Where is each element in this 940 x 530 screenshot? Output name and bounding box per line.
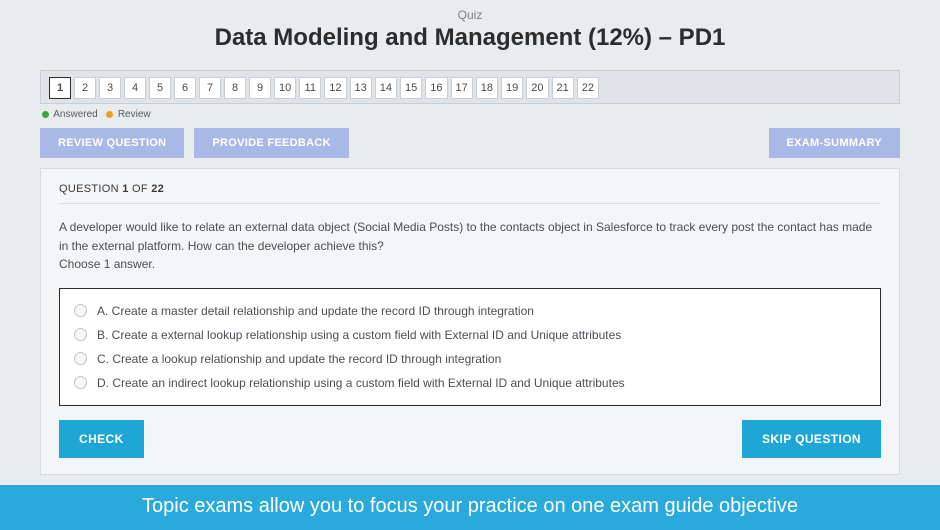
answer-text: D. Create an indirect lookup relationshi… (97, 376, 625, 390)
nav-item-9[interactable]: 9 (249, 77, 271, 99)
check-button[interactable]: CHECK (59, 420, 144, 458)
nav-item-5[interactable]: 5 (149, 77, 171, 99)
question-label-prefix: QUESTION (59, 183, 122, 195)
nav-item-6[interactable]: 6 (174, 77, 196, 99)
question-counter: QUESTION 1 OF 22 (59, 183, 881, 204)
quiz-title: Data Modeling and Management (12%) – PD1 (40, 24, 900, 52)
radio-icon (74, 376, 87, 389)
nav-item-19[interactable]: 19 (501, 77, 523, 99)
answer-option-B[interactable]: B. Create a external lookup relationship… (74, 323, 866, 347)
answer-option-A[interactable]: A. Create a master detail relationship a… (74, 299, 866, 323)
question-total: 22 (151, 183, 164, 195)
legend-review: Review (118, 109, 151, 120)
question-text: A developer would like to relate an exte… (59, 218, 881, 274)
radio-icon (74, 328, 87, 341)
question-nav: 12345678910111213141516171819202122 (40, 70, 900, 104)
nav-item-1[interactable]: 1 (49, 77, 71, 99)
answer-option-C[interactable]: C. Create a lookup relationship and upda… (74, 347, 866, 371)
nav-item-4[interactable]: 4 (124, 77, 146, 99)
answers-box: A. Create a master detail relationship a… (59, 288, 881, 406)
nav-item-10[interactable]: 10 (274, 77, 296, 99)
question-card: QUESTION 1 OF 22 A developer would like … (40, 168, 900, 475)
nav-item-13[interactable]: 13 (350, 77, 372, 99)
question-prompt-1: A developer would like to relate an exte… (59, 220, 872, 253)
nav-item-17[interactable]: 17 (451, 77, 473, 99)
nav-item-21[interactable]: 21 (552, 77, 574, 99)
nav-item-2[interactable]: 2 (74, 77, 96, 99)
nav-item-18[interactable]: 18 (476, 77, 498, 99)
nav-item-12[interactable]: 12 (324, 77, 346, 99)
nav-item-11[interactable]: 11 (299, 77, 321, 99)
answer-text: C. Create a lookup relationship and upda… (97, 352, 501, 366)
dot-review-icon (106, 111, 113, 118)
legend-answered: Answered (53, 109, 97, 120)
nav-item-8[interactable]: 8 (224, 77, 246, 99)
nav-item-7[interactable]: 7 (199, 77, 221, 99)
radio-icon (74, 352, 87, 365)
answer-text: A. Create a master detail relationship a… (97, 304, 534, 318)
exam-summary-button[interactable]: EXAM-SUMMARY (769, 128, 900, 158)
question-of: OF (129, 183, 152, 195)
dot-answered-icon (42, 111, 49, 118)
question-prompt-2: Choose 1 answer. (59, 257, 155, 271)
nav-item-15[interactable]: 15 (400, 77, 422, 99)
legend: Answered Review (40, 107, 900, 128)
nav-item-3[interactable]: 3 (99, 77, 121, 99)
provide-feedback-button[interactable]: PROVIDE FEEDBACK (194, 128, 348, 158)
quiz-label: Quiz (40, 8, 900, 22)
nav-item-22[interactable]: 22 (577, 77, 599, 99)
answer-option-D[interactable]: D. Create an indirect lookup relationshi… (74, 371, 866, 395)
skip-question-button[interactable]: SKIP QUESTION (742, 420, 881, 458)
answer-text: B. Create a external lookup relationship… (97, 328, 621, 342)
nav-item-20[interactable]: 20 (526, 77, 548, 99)
nav-item-16[interactable]: 16 (425, 77, 447, 99)
radio-icon (74, 304, 87, 317)
review-question-button[interactable]: REVIEW QUESTION (40, 128, 184, 158)
nav-item-14[interactable]: 14 (375, 77, 397, 99)
bottom-banner: Topic exams allow you to focus your prac… (0, 485, 940, 530)
